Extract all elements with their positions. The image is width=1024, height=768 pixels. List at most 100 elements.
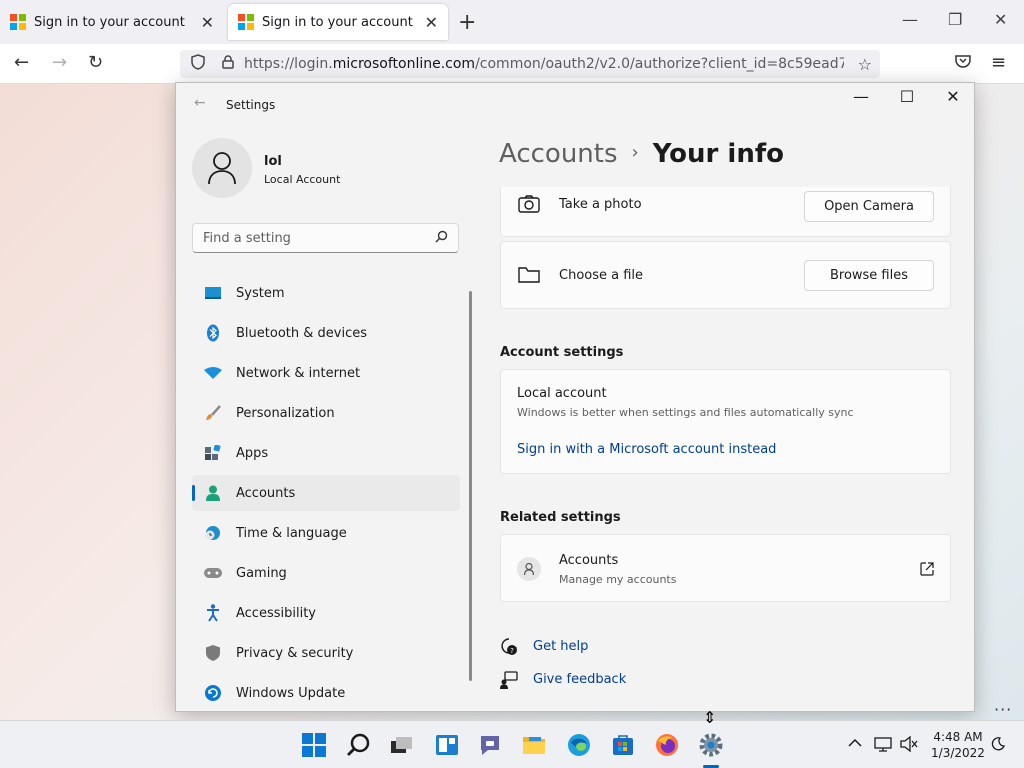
search-box[interactable] <box>192 223 459 253</box>
back-arrow-icon[interactable]: ← <box>194 95 206 111</box>
close-icon[interactable]: ✕ <box>930 87 974 106</box>
start-icon[interactable] <box>302 733 326 757</box>
microsoft-account-signin-link[interactable]: Sign in with a Microsoft account instead <box>517 442 776 457</box>
browser-tab[interactable]: Sign in to your account ✕ <box>0 0 224 44</box>
gamepad-icon <box>204 564 222 582</box>
chevron-up-icon[interactable] <box>848 736 862 752</box>
firefox-icon[interactable] <box>655 733 679 757</box>
taskbar: 4:48 AM 1/3/2022 <box>0 720 1024 768</box>
close-tab-icon[interactable]: ✕ <box>425 13 438 32</box>
sidebar-item-bluetooth[interactable]: Bluetooth & devices <box>192 315 460 351</box>
close-tab-icon[interactable]: ✕ <box>201 13 214 32</box>
search-icon[interactable] <box>347 733 371 757</box>
related-accounts-card[interactable]: Accounts Manage my accounts <box>500 534 951 602</box>
chat-icon[interactable] <box>478 733 502 757</box>
get-help-link[interactable]: Get help <box>533 639 588 654</box>
open-external-icon[interactable] <box>920 561 934 580</box>
store-icon[interactable] <box>611 733 635 757</box>
network-icon[interactable] <box>874 736 892 756</box>
sidebar-item-windows-update[interactable]: Windows Update <box>192 675 460 711</box>
breadcrumb-parent[interactable]: Accounts <box>499 139 618 169</box>
resize-cursor-icon: ⇕ <box>703 708 717 727</box>
search-input[interactable] <box>193 224 423 252</box>
sidebar-item-network[interactable]: Network & internet <box>192 355 460 391</box>
edge-icon[interactable] <box>567 733 591 757</box>
profile-name: lol <box>264 154 282 169</box>
settings-gear-icon[interactable] <box>699 733 723 757</box>
sidebar-item-privacy[interactable]: Privacy & security <box>192 635 460 671</box>
sidebar-item-system[interactable]: System <box>192 275 460 311</box>
lock-icon[interactable] <box>216 55 240 73</box>
update-icon <box>204 684 222 702</box>
minimize-icon[interactable]: — <box>902 10 918 29</box>
more-dots-icon[interactable]: ··· <box>994 700 1012 719</box>
back-arrow-icon[interactable]: ← <box>14 52 29 73</box>
url-prefix: https://login. <box>244 56 333 72</box>
person-icon <box>517 557 541 581</box>
browse-files-button[interactable]: Browse files <box>804 260 934 291</box>
related-accounts-title: Accounts <box>559 553 619 568</box>
brush-icon <box>204 404 222 422</box>
system-clock[interactable]: 4:48 AM 1/3/2022 <box>928 729 988 761</box>
help-icon: ? <box>500 638 518 660</box>
give-feedback-link[interactable]: Give feedback <box>533 672 626 687</box>
sidebar-item-label: Accessibility <box>236 605 316 621</box>
sidebar-item-label: Network & internet <box>236 365 361 381</box>
sidebar-item-label: Windows Update <box>236 685 346 701</box>
address-bar[interactable]: https://login.microsoftonline.com/common… <box>180 50 880 78</box>
local-account-card: Local account Windows is better when set… <box>500 369 951 474</box>
widgets-icon[interactable] <box>435 733 459 757</box>
search-icon[interactable] <box>435 230 448 246</box>
pocket-icon[interactable] <box>955 54 971 72</box>
settings-window: ← Settings — ☐ ✕ lol Local Account Syste… <box>175 82 975 712</box>
sidebar-item-personalization[interactable]: Personalization <box>192 395 460 431</box>
main-content: Take a photo Open Camera Choose a file B… <box>500 187 951 711</box>
local-account-title: Local account <box>517 386 607 401</box>
sidebar-item-label: Personalization <box>236 405 335 421</box>
window-title: Settings <box>226 98 276 112</box>
reload-icon[interactable]: ↻ <box>88 52 103 73</box>
sidebar-item-label: Bluetooth & devices <box>236 325 367 341</box>
related-accounts-subtitle: Manage my accounts <box>559 573 677 586</box>
sidebar-item-accounts[interactable]: Accounts <box>192 475 460 511</box>
bookmark-star-icon[interactable]: ☆ <box>858 55 872 74</box>
selection-indicator <box>192 485 195 501</box>
clock-date: 1/3/2022 <box>931 746 985 760</box>
sidebar-item-label: Apps <box>236 445 269 461</box>
sidebar-item-time-language[interactable]: Time & language <box>192 515 460 551</box>
url-text[interactable]: https://login.microsoftonline.com/common… <box>244 56 844 72</box>
sidebar-scrollbar[interactable] <box>469 291 472 681</box>
new-tab-icon[interactable]: + <box>458 10 476 35</box>
settings-navigation: System Bluetooth & devices Network & int… <box>192 275 460 711</box>
open-camera-button[interactable]: Open Camera <box>804 191 934 222</box>
take-photo-label: Take a photo <box>559 197 642 212</box>
shield-icon[interactable] <box>186 54 210 74</box>
sidebar-item-gaming[interactable]: Gaming <box>192 555 460 591</box>
forward-arrow-icon[interactable]: → <box>52 52 67 73</box>
close-window-icon[interactable]: ✕ <box>994 10 1007 29</box>
avatar <box>192 138 252 198</box>
task-view-icon[interactable] <box>390 733 414 757</box>
clock-time: 4:48 AM <box>933 730 983 744</box>
wifi-icon <box>204 364 222 382</box>
feedback-icon <box>500 671 518 693</box>
sidebar-item-label: System <box>236 285 285 301</box>
microsoft-logo-icon <box>10 14 26 30</box>
volume-muted-icon[interactable] <box>900 735 918 756</box>
person-icon <box>204 484 222 502</box>
sidebar-item-accessibility[interactable]: Accessibility <box>192 595 460 631</box>
globe-clock-icon <box>204 524 222 542</box>
microsoft-logo-icon <box>238 14 254 30</box>
file-explorer-icon[interactable] <box>522 733 546 757</box>
notifications-icon[interactable] <box>990 736 1006 756</box>
bluetooth-icon <box>204 324 222 342</box>
shield-icon <box>204 644 222 662</box>
sidebar-item-apps[interactable]: Apps <box>192 435 460 471</box>
minimize-icon[interactable]: — <box>838 87 884 106</box>
browser-tab-bar: Sign in to your account ✕ Sign in to you… <box>0 0 1024 44</box>
menu-icon[interactable]: ≡ <box>991 52 1006 73</box>
restore-icon[interactable]: ❐ <box>948 10 962 29</box>
sidebar-item-label: Privacy & security <box>236 645 354 661</box>
browser-tab-active[interactable]: Sign in to your account ✕ <box>228 4 448 40</box>
maximize-icon[interactable]: ☐ <box>884 87 930 106</box>
